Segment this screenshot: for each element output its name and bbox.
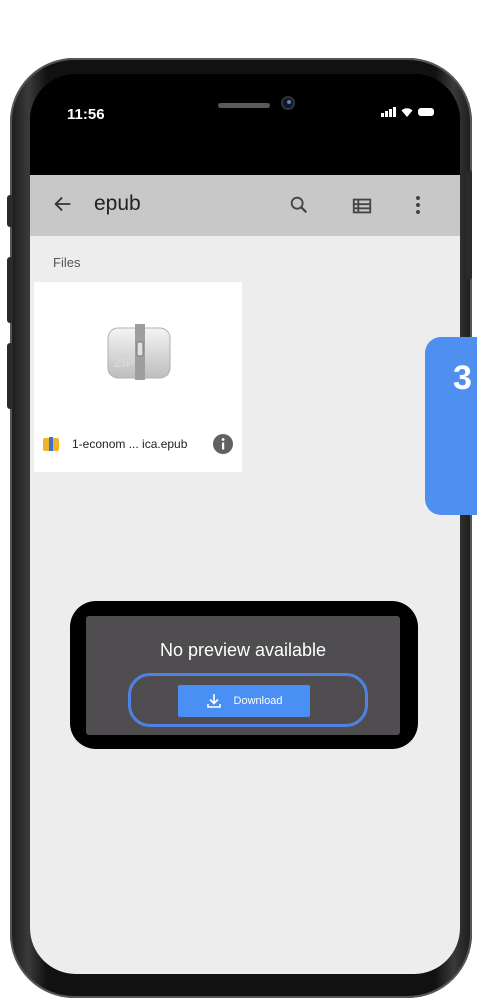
status-bar: 11:56 [30, 74, 460, 174]
section-label-files: Files [53, 255, 81, 270]
no-preview-message: No preview available [159, 640, 327, 660]
file-card[interactable]: ZIP 1-econom ... ica.epub [34, 282, 242, 472]
wifi-icon [401, 108, 413, 117]
file-name: 1-econom ... ica.epub [72, 437, 188, 451]
preview-dialog: No preview available Download [70, 601, 418, 749]
ringer-switch [7, 195, 13, 227]
download-icon [206, 694, 221, 708]
step-indicator-tab: 3 [425, 337, 477, 515]
battery-icon [418, 108, 434, 116]
search-icon[interactable] [288, 194, 310, 216]
more-vert-icon[interactable] [414, 193, 422, 217]
app-bar: epub [30, 175, 460, 236]
zip-archive-icon: ZIP [107, 324, 171, 380]
step-number: 3 [453, 359, 472, 397]
archive-file-icon [43, 437, 59, 451]
power-button [466, 170, 472, 280]
download-button-label: Download [233, 695, 283, 707]
file-browser-content: Files ZIP 1-econom ... ica.epub No previ… [30, 236, 460, 974]
preview-panel: No preview available Download [86, 616, 400, 735]
speaker-grille [218, 103, 270, 108]
status-icons [381, 107, 434, 117]
svg-text:ZIP: ZIP [114, 355, 135, 370]
info-icon[interactable] [212, 433, 234, 455]
page-title: epub [94, 192, 141, 215]
download-button[interactable]: Download [178, 685, 310, 717]
arrow-back-icon[interactable] [52, 193, 74, 215]
volume-up-button [7, 257, 13, 323]
status-time: 11:56 [67, 106, 105, 123]
list-view-icon[interactable] [351, 195, 373, 217]
volume-down-button [7, 343, 13, 409]
phone-screen: 11:56 epub Files ZIP 1-econom ... ica.ep… [30, 74, 460, 974]
file-row[interactable]: 1-econom ... ica.epub [34, 432, 242, 458]
signal-icon [381, 107, 396, 117]
front-camera [281, 96, 295, 110]
